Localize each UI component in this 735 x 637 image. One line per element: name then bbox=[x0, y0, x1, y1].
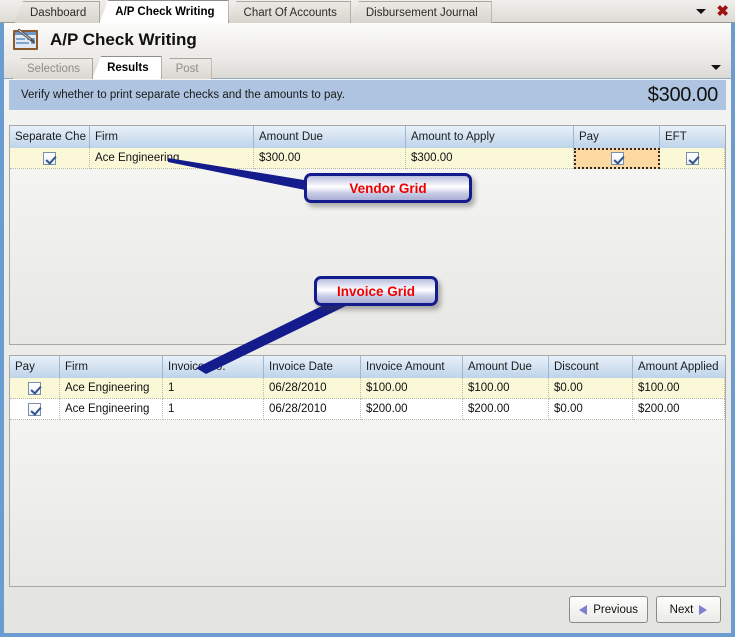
wizard-tabs: Selections Results Post bbox=[12, 56, 212, 79]
doc-tab-label: Chart Of Accounts bbox=[243, 6, 337, 19]
cell-discount[interactable]: $0.00 bbox=[549, 399, 633, 420]
cell-amount-to-apply[interactable]: $300.00 bbox=[406, 148, 574, 169]
invoice-grid-callout: Invoice Grid bbox=[314, 276, 438, 306]
cell-invoice-amount[interactable]: $100.00 bbox=[361, 378, 463, 399]
table-row[interactable]: Ace Engineering 1 06/28/2010 $200.00 $20… bbox=[10, 399, 725, 420]
column-header-separate-check[interactable]: Separate Che bbox=[10, 126, 90, 148]
previous-button-label: Previous bbox=[593, 603, 638, 616]
invoice-grid-callout-label: Invoice Grid bbox=[336, 283, 416, 299]
vendor-grid[interactable]: Separate Che Firm Amount Due Amount to A… bbox=[9, 125, 726, 345]
doc-tab-label: Dashboard bbox=[30, 6, 87, 19]
tab-selections[interactable]: Selections bbox=[12, 58, 94, 79]
cell-separate-check[interactable] bbox=[10, 148, 90, 169]
cell-eft[interactable] bbox=[660, 148, 725, 169]
vendor-grid-callout-label: Vendor Grid bbox=[349, 180, 427, 196]
cell-invoice-amount[interactable]: $200.00 bbox=[361, 399, 463, 420]
document-tab-bar: Dashboard A/P Check Writing Chart Of Acc… bbox=[0, 0, 735, 23]
column-header-amount-due[interactable]: Amount Due bbox=[254, 126, 406, 148]
wizard-navigation: Previous Next bbox=[569, 596, 721, 623]
chevron-down-icon[interactable] bbox=[696, 9, 707, 14]
checkbox-pay[interactable] bbox=[28, 402, 41, 416]
previous-button[interactable]: Previous bbox=[569, 596, 648, 623]
column-header-discount[interactable]: Discount bbox=[549, 356, 633, 378]
window-header: A/P Check Writing bbox=[4, 23, 731, 56]
cell-amount-due[interactable]: $100.00 bbox=[463, 378, 549, 399]
column-header-amount-due[interactable]: Amount Due bbox=[463, 356, 549, 378]
vendor-grid-header: Separate Che Firm Amount Due Amount to A… bbox=[10, 126, 725, 148]
page-title: A/P Check Writing bbox=[50, 29, 197, 49]
doc-tab-dashboard[interactable]: Dashboard bbox=[14, 1, 101, 23]
window-controls: ✖ bbox=[696, 0, 729, 23]
next-button-label: Next bbox=[669, 603, 694, 616]
triangle-right-icon bbox=[699, 604, 708, 615]
total-amount: $300.00 bbox=[647, 83, 719, 106]
instruction-text: Verify whether to print separate checks … bbox=[21, 89, 345, 101]
cell-pay[interactable] bbox=[10, 399, 60, 420]
doc-tab-chart-of-accounts[interactable]: Chart Of Accounts bbox=[227, 1, 351, 23]
table-row[interactable]: Ace Engineering $300.00 $300.00 bbox=[10, 148, 725, 169]
wizard-tab-strip: Selections Results Post bbox=[4, 56, 731, 79]
vendor-grid-callout: Vendor Grid bbox=[304, 173, 472, 203]
column-header-firm[interactable]: Firm bbox=[90, 126, 254, 148]
column-header-invoice-amount[interactable]: Invoice Amount bbox=[361, 356, 463, 378]
checkbox-separate-check[interactable] bbox=[43, 151, 56, 165]
tab-label: Results bbox=[107, 62, 149, 74]
chevron-down-icon[interactable] bbox=[711, 65, 721, 70]
next-button[interactable]: Next bbox=[656, 596, 721, 623]
checkbox-eft[interactable] bbox=[685, 151, 699, 165]
tab-post[interactable]: Post bbox=[160, 58, 212, 79]
cell-invoice-no[interactable]: 1 bbox=[163, 378, 264, 399]
triangle-left-icon bbox=[579, 604, 588, 615]
column-header-amount-applied[interactable]: Amount Applied bbox=[633, 356, 725, 378]
column-header-pay[interactable]: Pay bbox=[574, 126, 660, 148]
cell-amount-applied[interactable]: $200.00 bbox=[633, 399, 725, 420]
cell-pay[interactable] bbox=[10, 378, 60, 399]
application-window: Dashboard A/P Check Writing Chart Of Acc… bbox=[0, 0, 735, 637]
cell-invoice-date[interactable]: 06/28/2010 bbox=[264, 399, 361, 420]
close-icon[interactable]: ✖ bbox=[716, 4, 729, 19]
tab-label: Post bbox=[175, 63, 199, 75]
instruction-banner: Verify whether to print separate checks … bbox=[9, 80, 726, 110]
cell-discount[interactable]: $0.00 bbox=[549, 378, 633, 399]
column-header-eft[interactable]: EFT bbox=[660, 126, 725, 148]
cell-pay[interactable] bbox=[574, 148, 660, 169]
column-header-pay[interactable]: Pay bbox=[10, 356, 60, 378]
invoice-grid-empty-area bbox=[10, 420, 725, 586]
cell-firm[interactable]: Ace Engineering bbox=[60, 399, 163, 420]
doc-tab-disbursement-journal[interactable]: Disbursement Journal bbox=[349, 1, 492, 23]
document-tabs: Dashboard A/P Check Writing Chart Of Acc… bbox=[14, 0, 492, 23]
cell-amount-applied[interactable]: $100.00 bbox=[633, 378, 725, 399]
doc-tab-label: A/P Check Writing bbox=[115, 6, 215, 18]
cell-invoice-date[interactable]: 06/28/2010 bbox=[264, 378, 361, 399]
invoice-grid-leader-line bbox=[192, 296, 352, 374]
cell-firm[interactable]: Ace Engineering bbox=[60, 378, 163, 399]
checkbox-pay[interactable] bbox=[28, 381, 41, 395]
tab-label: Selections bbox=[27, 63, 81, 75]
window-body: A/P Check Writing Selections Results Pos… bbox=[0, 23, 735, 637]
invoice-grid[interactable]: Pay Firm Invoice No. Invoice Date Invoic… bbox=[9, 355, 726, 587]
invoice-grid-header: Pay Firm Invoice No. Invoice Date Invoic… bbox=[10, 356, 725, 378]
column-header-firm[interactable]: Firm bbox=[60, 356, 163, 378]
check-writing-icon bbox=[12, 27, 40, 53]
column-header-amount-to-apply[interactable]: Amount to Apply bbox=[406, 126, 574, 148]
table-row[interactable]: Ace Engineering 1 06/28/2010 $100.00 $10… bbox=[10, 378, 725, 399]
cell-amount-due[interactable]: $200.00 bbox=[463, 399, 549, 420]
doc-tab-ap-check-writing[interactable]: A/P Check Writing bbox=[99, 0, 229, 23]
checkbox-pay[interactable] bbox=[610, 152, 624, 165]
doc-tab-label: Disbursement Journal bbox=[365, 6, 478, 19]
tab-results[interactable]: Results bbox=[92, 56, 162, 79]
cell-invoice-no[interactable]: 1 bbox=[163, 399, 264, 420]
